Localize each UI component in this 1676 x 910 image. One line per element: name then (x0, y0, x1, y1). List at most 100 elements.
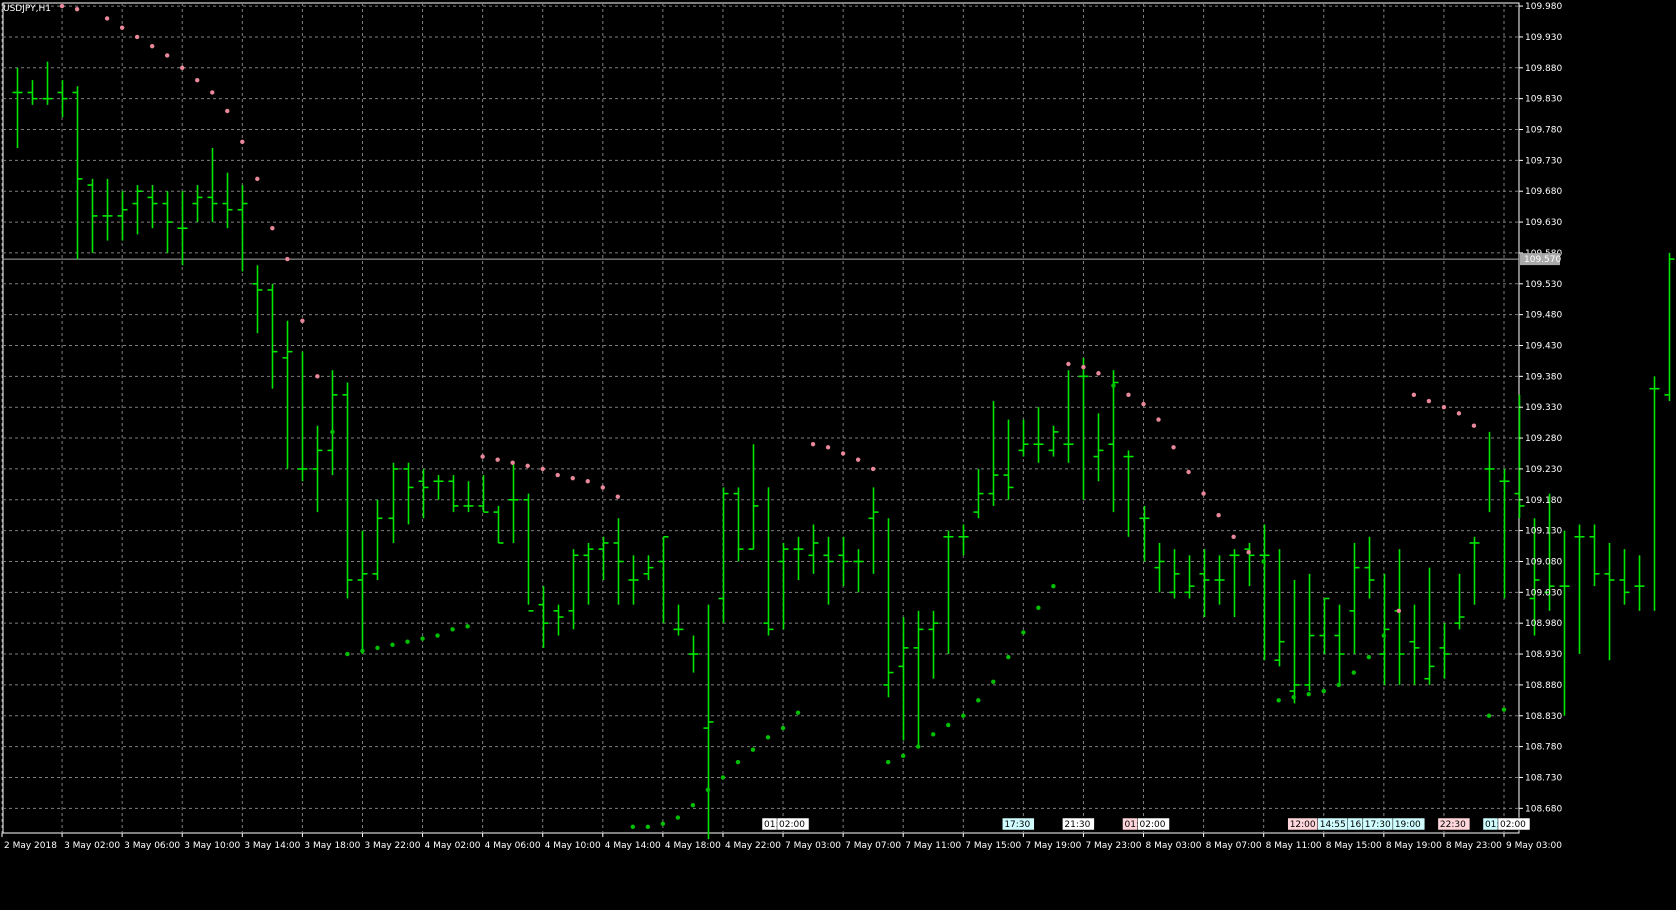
event-marker-label: 17:30 (1004, 820, 1030, 830)
price-label: 109.830 (1525, 95, 1562, 105)
psar-dot (720, 775, 726, 780)
psar-dot (1276, 698, 1281, 703)
psar-dot (465, 624, 470, 629)
psar-dot (765, 735, 771, 740)
psar-dot (315, 374, 320, 379)
psar-dot (780, 725, 786, 731)
event-marker-label: 01: (764, 820, 778, 830)
psar-dot (900, 753, 906, 759)
price-label: 109.930 (1525, 33, 1562, 43)
psar-dot (705, 787, 711, 793)
psar-dot (510, 460, 515, 465)
time-label: 8 May 11:00 (1266, 841, 1322, 851)
psar-dot (1156, 417, 1161, 422)
price-chart[interactable]: 01: 02:00 17:30 21:30 01: 02:00 12:00 14:55 16: 1… (0, 0, 1676, 910)
psar-dot (270, 226, 275, 231)
price-label: 108.780 (1525, 743, 1562, 753)
psar-dot (600, 485, 605, 490)
psar-dot (1126, 392, 1131, 398)
time-label: 8 May 19:00 (1386, 841, 1442, 851)
symbol-title: USDJPY,H1 (3, 4, 51, 14)
psar-dot (540, 466, 545, 472)
psar-dot (976, 698, 981, 703)
time-label: 4 May 18:00 (665, 841, 721, 851)
event-marker-label: 17:30 (1365, 820, 1391, 830)
psar-dot (795, 710, 801, 715)
psar-dot (675, 815, 681, 820)
psar-dot (961, 713, 966, 718)
psar-dot (435, 633, 440, 638)
psar-dot (345, 651, 350, 657)
psar-dot (1441, 405, 1447, 410)
psar-dot (660, 821, 666, 826)
psar-dot (180, 65, 185, 70)
price-label: 109.780 (1525, 126, 1562, 136)
psar-dot (1141, 401, 1146, 407)
psar-dot (1306, 691, 1311, 697)
psar-dot (1411, 392, 1417, 398)
time-label: 4 May 02:00 (425, 841, 481, 851)
psar-dot (630, 824, 636, 830)
time-label: 4 May 14:00 (605, 841, 661, 851)
psar-dot (1336, 682, 1341, 688)
psar-dot (615, 494, 620, 499)
event-marker-label: 22:30 (1440, 820, 1466, 830)
event-marker-label: 02:00 (1140, 820, 1166, 830)
event-marker-label: 01: (1124, 820, 1138, 830)
event-marker-label: 14:55 (1320, 820, 1346, 830)
psar-dot (360, 648, 365, 654)
psar-dot (750, 747, 756, 752)
psar-dot (735, 759, 741, 765)
psar-dot (1111, 383, 1116, 388)
event-marker-label: 02:00 (779, 820, 805, 830)
psar-dot (119, 25, 125, 30)
price-label: 109.980 (1525, 2, 1562, 12)
price-label: 108.880 (1525, 681, 1562, 691)
psar-dot (570, 475, 575, 481)
psar-dot (405, 639, 410, 644)
psar-dot (74, 6, 80, 12)
psar-dot (240, 139, 245, 145)
psar-dot (1351, 670, 1356, 675)
price-label: 108.930 (1525, 650, 1562, 660)
psar-dot (1096, 371, 1101, 376)
time-label: 8 May 07:00 (1206, 841, 1262, 851)
price-label: 109.480 (1525, 311, 1562, 321)
psar-dot (690, 803, 696, 808)
psar-dot (330, 429, 335, 435)
psar-dot (1396, 608, 1402, 614)
psar-dot (1201, 491, 1206, 496)
time-label: 4 May 10:00 (545, 841, 601, 851)
psar-dot (1051, 583, 1056, 589)
event-marker-label: 12:00 (1290, 820, 1316, 830)
psar-dot (855, 457, 861, 462)
time-label: 3 May 14:00 (244, 841, 300, 851)
psar-dot (931, 732, 936, 737)
psar-dot (225, 108, 230, 114)
chart-background (0, 0, 1676, 910)
psar-dot (1321, 688, 1326, 694)
psar-dot (1471, 423, 1477, 428)
psar-dot (390, 642, 395, 647)
event-marker-label: 02:00 (1500, 820, 1526, 830)
price-label: 109.880 (1525, 64, 1562, 74)
psar-dot (134, 34, 140, 40)
psar-dot (991, 679, 996, 685)
event-marker-label: 01: (1485, 820, 1499, 830)
psar-dot (165, 53, 170, 58)
time-label: 4 May 22:00 (725, 841, 781, 851)
psar-dot (450, 627, 455, 632)
psar-dot (870, 466, 876, 472)
price-label: 109.630 (1525, 218, 1562, 228)
event-marker-label: 21:30 (1064, 820, 1090, 830)
time-label: 7 May 03:00 (785, 841, 841, 851)
price-label: 109.430 (1525, 341, 1562, 351)
psar-dot (375, 645, 380, 651)
psar-dot (480, 454, 485, 459)
psar-dot (1456, 411, 1462, 416)
time-label: 7 May 15:00 (965, 841, 1021, 851)
price-label: 109.330 (1525, 403, 1562, 413)
psar-dot (495, 457, 500, 462)
psar-dot (825, 445, 831, 450)
psar-dot (946, 722, 951, 728)
